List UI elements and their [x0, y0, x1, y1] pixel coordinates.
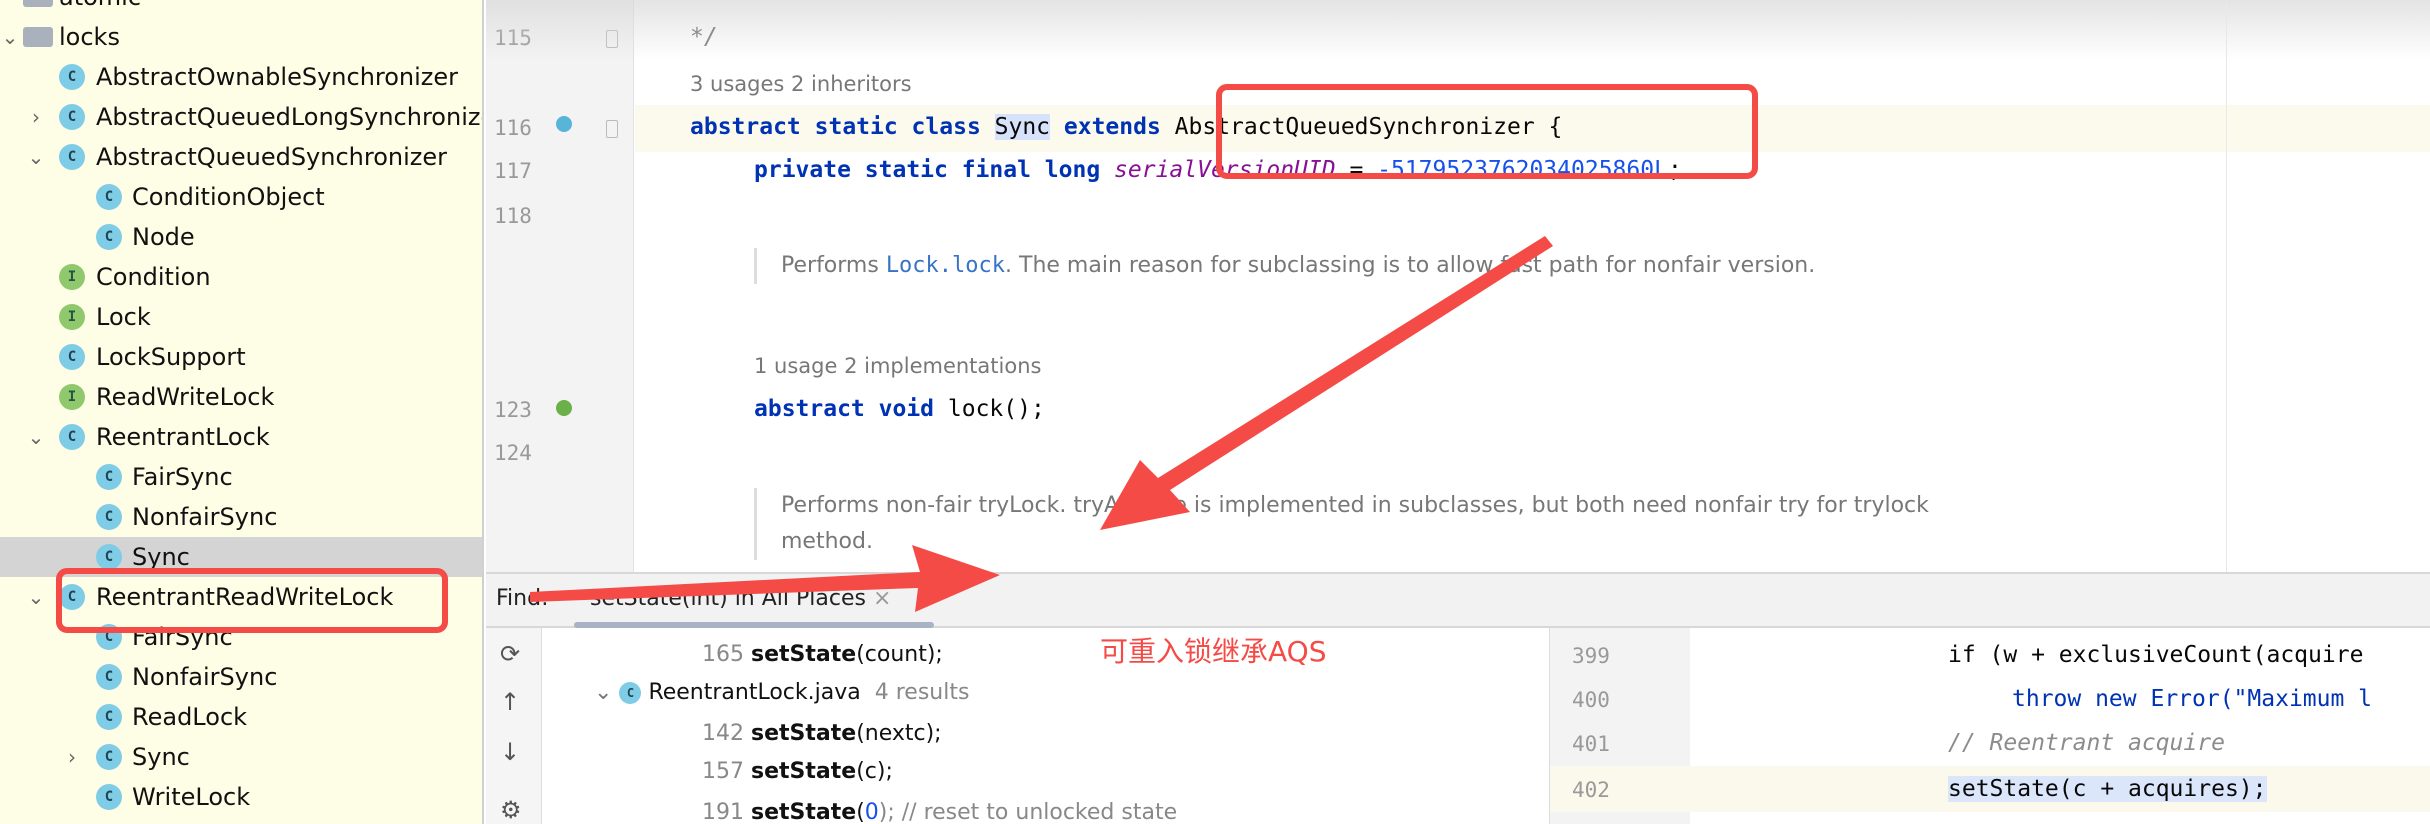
annotation-text: 可重入锁继承AQS: [1100, 635, 1327, 668]
highlight-box-aqs: [1216, 84, 1758, 179]
arrow-annotation: [1100, 236, 1553, 530]
annotation-layer: [56, 84, 1758, 633]
highlight-box-rrwl: [56, 568, 448, 633]
arrow-annotation: [530, 545, 1000, 612]
